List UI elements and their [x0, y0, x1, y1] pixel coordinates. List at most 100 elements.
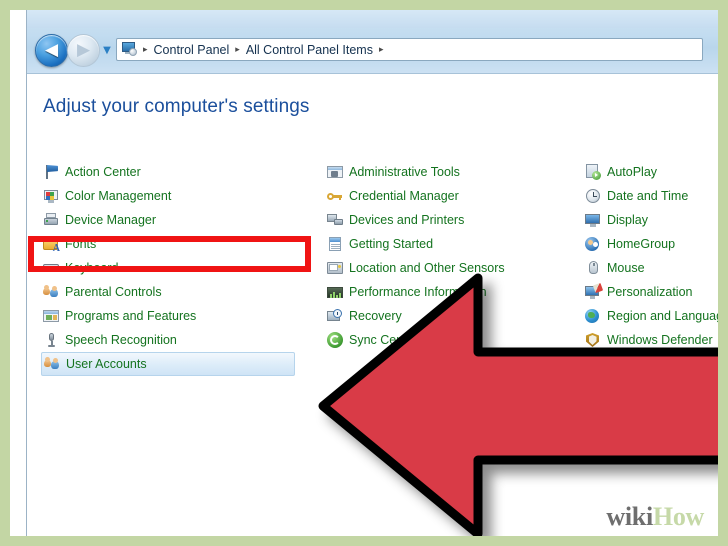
control-panel-item-label: Programs and Features: [65, 309, 197, 323]
admin-tools-icon: [327, 164, 343, 180]
control-panel-item-label: Administrative Tools: [349, 165, 460, 179]
page-title: Adjust your computer's settings: [43, 96, 310, 117]
wikihow-image-frame: ◀ ▶ ▼ ▸ Control Panel ▸ All Control Pane…: [0, 0, 728, 546]
breadcrumb-item-control-panel[interactable]: Control Panel: [151, 43, 233, 57]
screenshot-canvas: ◀ ▶ ▼ ▸ Control Panel ▸ All Control Pane…: [10, 10, 718, 536]
keyboard-icon: [43, 260, 59, 276]
programs-window-icon: [43, 308, 59, 324]
wikihow-watermark: wikiHow: [606, 504, 704, 530]
control-panel-item[interactable]: Sync Center: [325, 328, 575, 352]
control-panel-item-label: Speech Recognition: [65, 333, 177, 347]
back-button[interactable]: ◀: [35, 34, 68, 67]
recovery-icon: [327, 308, 343, 324]
control-panel-item-label: Date and Time: [607, 189, 689, 203]
control-panel-item[interactable]: Mouse: [583, 256, 718, 280]
control-panel-item-label: Recovery: [349, 309, 402, 323]
watermark-how-text: How: [652, 502, 704, 531]
breadcrumb-separator-0[interactable]: ▸: [140, 45, 151, 55]
forward-arrow-icon: ▶: [76, 40, 91, 60]
control-panel-item[interactable]: Location and Other Sensors: [325, 256, 575, 280]
color-monitor-icon: [43, 188, 59, 204]
chevron-down-icon: ▼: [103, 44, 111, 56]
control-panel-item[interactable]: Date and Time: [583, 184, 718, 208]
control-panel-item-label: Device Manager: [65, 213, 157, 227]
control-panel-item[interactable]: Administrative Tools: [325, 160, 575, 184]
printer-device-icon: [43, 212, 59, 228]
control-panel-item[interactable]: Recovery: [325, 304, 575, 328]
control-panel-item[interactable]: Region and Language: [583, 304, 718, 328]
control-panel-item-label: Credential Manager: [349, 189, 459, 203]
control-panel-item-label: Sync Center: [349, 333, 418, 347]
items-column-2: Administrative Tools Credential Manager De…: [325, 160, 575, 352]
control-panel-item[interactable]: Windows Defender: [583, 328, 718, 352]
control-panel-item-label: Windows Defender: [607, 333, 713, 347]
items-column-1: Action Center Color Management Device Mana…: [41, 160, 295, 376]
breadcrumb-separator-1[interactable]: ▸: [232, 45, 243, 55]
clock-icon: [585, 188, 601, 204]
display-icon: [585, 212, 601, 228]
control-panel-item[interactable]: Display: [583, 208, 718, 232]
mouse-icon: [585, 260, 601, 276]
back-arrow-icon: ◀: [44, 40, 59, 60]
control-panel-item-label: Location and Other Sensors: [349, 261, 505, 275]
control-panel-item[interactable]: Getting Started: [325, 232, 575, 256]
fonts-folder-icon: A: [43, 236, 60, 254]
personalization-icon: [585, 282, 604, 300]
control-panel-item[interactable]: Personalization: [583, 280, 718, 304]
control-panel-item[interactable]: Performance Information: [325, 280, 575, 304]
location-sensor-icon: [327, 260, 343, 276]
control-panel-item-label: Fonts: [65, 237, 97, 251]
control-panel-icon[interactable]: [122, 42, 138, 57]
sphere-shape: [129, 48, 137, 56]
performance-icon: [327, 284, 343, 300]
control-panel-item-label: Getting Started: [349, 237, 434, 251]
control-panel-items-grid: Action Center Color Management Device Mana…: [27, 160, 718, 536]
control-panel-item[interactable]: Device Manager: [41, 208, 291, 232]
breadcrumb-separator-2[interactable]: ▸: [376, 45, 387, 55]
autoplay-icon: [585, 164, 601, 180]
control-panel-item-label: Region and Language: [607, 309, 718, 323]
forward-button[interactable]: ▶: [67, 34, 100, 67]
window-toolbar: ◀ ▶ ▼ ▸ Control Panel ▸ All Control Pane…: [27, 10, 718, 74]
region-language-icon: [585, 308, 601, 324]
control-panel-item[interactable]: HomeGroup: [583, 232, 718, 256]
control-panel-item-label: AutoPlay: [607, 165, 658, 179]
title-bar-strip: [27, 10, 718, 28]
getting-started-icon: [327, 236, 343, 252]
control-panel-item-label: Devices and Printers: [349, 213, 465, 227]
control-panel-item-label: Parental Controls: [65, 285, 162, 299]
homegroup-icon: [585, 236, 601, 252]
sync-center-icon: [327, 332, 343, 348]
breadcrumb-item-all-control-panel-items[interactable]: All Control Panel Items: [243, 43, 376, 57]
control-panel-item[interactable]: Color Management: [41, 184, 291, 208]
windows-defender-icon: [585, 332, 601, 348]
address-bar[interactable]: ▸ Control Panel ▸ All Control Panel Item…: [116, 38, 703, 61]
control-panel-item-label: User Accounts: [66, 357, 147, 371]
control-panel-item[interactable]: Parental Controls: [41, 280, 291, 304]
control-panel-item-label: Mouse: [607, 261, 645, 275]
control-panel-item[interactable]: AutoPlay: [583, 160, 718, 184]
control-panel-item[interactable]: User Accounts: [41, 352, 295, 376]
credential-key-icon: [327, 188, 343, 204]
parental-controls-icon: [43, 284, 59, 300]
control-panel-item-label: Action Center: [65, 165, 141, 179]
control-panel-item[interactable]: Speech Recognition: [41, 328, 291, 352]
control-panel-item[interactable]: Action Center: [41, 160, 291, 184]
control-panel-item-label: Color Management: [65, 189, 172, 203]
microphone-icon: [43, 332, 59, 348]
control-panel-item[interactable]: Devices and Printers: [325, 208, 575, 232]
control-panel-window: ◀ ▶ ▼ ▸ Control Panel ▸ All Control Pane…: [26, 10, 718, 536]
flag-icon: [43, 164, 59, 180]
control-panel-item-label: Keyboard: [65, 261, 119, 275]
control-panel-item[interactable]: Keyboard: [41, 256, 291, 280]
recent-pages-dropdown[interactable]: ▼: [100, 43, 114, 57]
control-panel-item[interactable]: Programs and Features: [41, 304, 291, 328]
control-panel-item-label: Display: [607, 213, 648, 227]
breadcrumb: ▸ Control Panel ▸ All Control Panel Item…: [121, 39, 386, 60]
control-panel-item[interactable]: Credential Manager: [325, 184, 575, 208]
control-panel-item-label: Performance Information: [349, 285, 487, 299]
control-panel-item[interactable]: A Fonts: [41, 232, 291, 256]
devices-printers-icon: [327, 212, 343, 228]
control-panel-item-label: Personalization: [607, 285, 693, 299]
control-panel-item-label: HomeGroup: [607, 237, 676, 251]
